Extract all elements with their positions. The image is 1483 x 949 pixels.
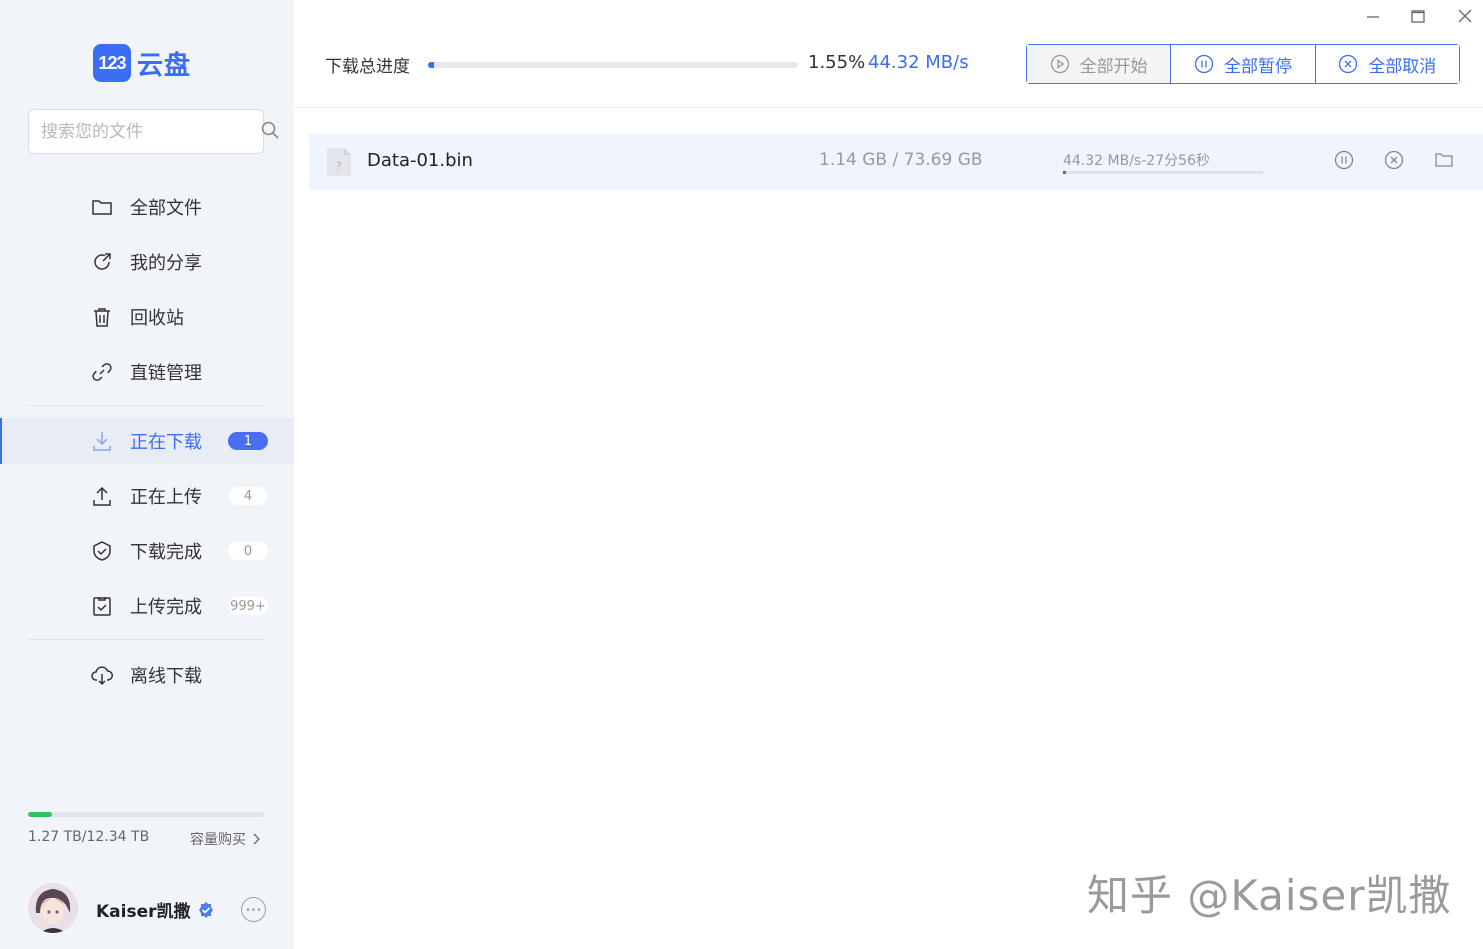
sidebar-item-label: 我的分享	[130, 253, 202, 274]
sidebar-item-download-complete[interactable]: 下载完成 0	[0, 528, 294, 574]
check-shield-icon	[91, 540, 113, 562]
total-progress-label: 下载总进度	[325, 57, 410, 77]
cancel-circle-icon	[1384, 150, 1404, 170]
total-progress-bar	[428, 62, 798, 68]
chevron-right-icon	[253, 833, 260, 845]
cancel-all-button[interactable]: 全部取消	[1315, 45, 1459, 83]
trash-icon	[91, 306, 113, 328]
sidebar-item-recycle-bin[interactable]: 回收站	[0, 294, 294, 340]
upload-icon	[91, 485, 113, 507]
username[interactable]: Kaiser凯撒	[96, 897, 215, 922]
total-progress-percent: 1.55%	[808, 52, 866, 73]
sidebar-divider	[28, 405, 264, 406]
start-all-label: 全部开始	[1079, 56, 1148, 77]
cancel-circle-icon	[1339, 54, 1358, 74]
folder-icon	[1435, 153, 1453, 167]
buy-storage-label: 容量购买	[190, 832, 246, 848]
batch-action-group: 全部开始 全部暂停 全部取消	[1026, 44, 1460, 84]
file-progress-bar	[1063, 171, 1263, 174]
start-all-button[interactable]: 全部开始	[1027, 45, 1172, 83]
pause-circle-icon	[1334, 150, 1354, 170]
share-icon	[91, 251, 113, 273]
file-speed-eta: 44.32 MB/s-27分56秒	[1063, 153, 1210, 169]
sidebar-item-label: 回收站	[130, 308, 184, 329]
sidebar-item-label: 直链管理	[130, 363, 202, 384]
cancel-all-label: 全部取消	[1368, 56, 1437, 77]
file-name: Data-01.bin	[367, 150, 473, 171]
username-text: Kaiser凯撒	[96, 902, 191, 922]
sidebar-item-my-shares[interactable]: 我的分享	[0, 239, 294, 285]
cloud-download-icon	[91, 664, 113, 686]
check-document-icon	[91, 595, 113, 617]
pause-all-label: 全部暂停	[1223, 56, 1292, 77]
sidebar-item-direct-links[interactable]: 直链管理	[0, 349, 294, 395]
app-logo[interactable]: 123 云盘	[93, 44, 191, 82]
sidebar-item-label: 离线下载	[130, 666, 202, 687]
play-circle-icon	[1050, 54, 1069, 74]
watermark: 知乎 @Kaiser凯撒	[1087, 871, 1452, 920]
sidebar-item-label: 上传完成	[130, 597, 202, 618]
sidebar-item-label: 正在上传	[130, 487, 202, 508]
sidebar-item-label: 全部文件	[130, 198, 202, 219]
search-icon[interactable]	[260, 120, 280, 144]
verified-badge-icon	[198, 901, 213, 918]
file-progress-fill	[1063, 171, 1067, 174]
sidebar-item-all-files[interactable]: 全部文件	[0, 184, 294, 230]
download-row[interactable]: ? Data-01.bin 1.14 GB / 73.69 GB 44.32 M…	[309, 133, 1483, 190]
link-icon	[91, 361, 113, 383]
sidebar-item-upload-complete[interactable]: 上传完成 999+	[0, 583, 294, 629]
sidebar: 123 云盘 全部文件 我的分享 回收站 直链管理 正在下载 1 正在上传 4 …	[0, 0, 294, 949]
search-input[interactable]	[41, 121, 260, 142]
file-size: 1.14 GB / 73.69 GB	[819, 150, 983, 170]
pause-all-button[interactable]: 全部暂停	[1171, 45, 1316, 83]
pause-circle-icon	[1194, 54, 1214, 74]
sidebar-divider	[28, 639, 264, 640]
total-progress-fill	[428, 62, 434, 68]
buy-storage-link[interactable]: 容量购买	[190, 829, 262, 849]
ellipsis-icon	[246, 908, 261, 911]
total-download-speed: 44.32 MB/s	[868, 52, 969, 73]
logo-badge: 123	[93, 44, 131, 82]
count-badge: 4	[228, 487, 268, 505]
download-icon	[91, 430, 113, 452]
svg-text:?: ?	[336, 161, 341, 172]
folder-icon	[91, 196, 113, 218]
sidebar-item-downloading[interactable]: 正在下载 1	[0, 418, 294, 464]
count-badge: 0	[228, 542, 268, 560]
count-badge: 999+	[228, 597, 268, 615]
count-badge: 1	[228, 432, 268, 450]
avatar[interactable]	[28, 883, 78, 933]
search-box	[28, 109, 279, 154]
more-options-button[interactable]	[241, 897, 266, 922]
sidebar-item-uploading[interactable]: 正在上传 4	[0, 473, 294, 519]
storage-usage-fill	[28, 812, 53, 817]
unknown-file-icon: ?	[327, 148, 351, 176]
logo-text: 云盘	[137, 50, 192, 81]
open-folder-button[interactable]	[1433, 149, 1455, 171]
sidebar-item-label: 下载完成	[130, 542, 202, 563]
storage-usage-bar	[28, 812, 264, 817]
pause-download-button[interactable]	[1333, 149, 1355, 171]
storage-text: 1.27 TB/12.34 TB	[28, 829, 150, 845]
sidebar-item-label: 正在下载	[130, 432, 202, 453]
sidebar-item-offline-download[interactable]: 离线下载	[0, 652, 294, 698]
cancel-download-button[interactable]	[1383, 149, 1405, 171]
